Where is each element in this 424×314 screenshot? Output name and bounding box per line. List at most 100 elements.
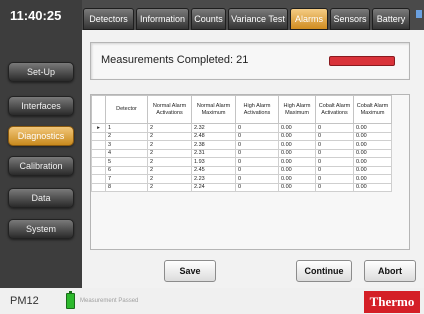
tab-alarms[interactable]: Alarms bbox=[290, 8, 328, 30]
clock: 11:40:25 bbox=[10, 8, 62, 23]
table-cell: 0 bbox=[235, 123, 279, 133]
column-header-high-activations: High Alarm Activations bbox=[235, 95, 279, 124]
column-header-normal-maximum: Normal Alarm Maximum bbox=[191, 95, 236, 124]
table-cell: 0 bbox=[235, 140, 279, 150]
table-cell: 0.00 bbox=[353, 131, 392, 141]
table-cell: 0.00 bbox=[278, 157, 316, 167]
save-button[interactable]: Save bbox=[164, 260, 216, 282]
sidebar-item-setup[interactable]: Set-Up bbox=[8, 62, 74, 82]
table-cell: 5 bbox=[105, 157, 148, 167]
table-cell: 0 bbox=[235, 174, 279, 184]
table-cell: 6 bbox=[105, 165, 148, 175]
tab-bar: Detectors Information Counts Variance Te… bbox=[82, 8, 424, 30]
table-header-row: Detector Normal Alarm Activations Normal… bbox=[91, 95, 392, 124]
row-selector[interactable] bbox=[91, 131, 106, 141]
column-header-cobalt-activations: Cobalt Alarm Activations bbox=[315, 95, 354, 124]
table-row[interactable]: 6 2 2.45 0 0.00 0 0.00 bbox=[91, 165, 392, 175]
row-selector[interactable] bbox=[91, 148, 106, 158]
table-cell: 0 bbox=[315, 182, 354, 192]
sidebar-item-diagnostics[interactable]: Diagnostics bbox=[8, 126, 74, 146]
table-row[interactable]: 2 2 2.48 0 0.00 0 0.00 bbox=[91, 131, 392, 141]
sidebar: 11:40:25 Set-Up Interfaces Diagnostics C… bbox=[0, 0, 82, 288]
table-cell: 2.24 bbox=[191, 182, 236, 192]
column-header-high-maximum: High Alarm Maximum bbox=[278, 95, 316, 124]
table-cell: 8 bbox=[105, 182, 148, 192]
table-cell: 0 bbox=[315, 123, 354, 133]
alarm-indicator bbox=[329, 56, 395, 66]
table-cell: 0.00 bbox=[353, 165, 392, 175]
abort-button[interactable]: Abort bbox=[364, 260, 416, 282]
sidebar-item-system[interactable]: System bbox=[8, 219, 74, 239]
table-row[interactable]: 8 2 2.24 0 0.00 0 0.00 bbox=[91, 182, 392, 192]
continue-button[interactable]: Continue bbox=[296, 260, 352, 282]
table-cell: 2 bbox=[147, 165, 192, 175]
table-cell: 0 bbox=[315, 131, 354, 141]
sidebar-item-data[interactable]: Data bbox=[8, 188, 74, 208]
tab-information[interactable]: Information bbox=[136, 8, 189, 30]
table-cell: 0 bbox=[315, 157, 354, 167]
table-cell: 2.31 bbox=[191, 148, 236, 158]
app-window: 11:40:25 Set-Up Interfaces Diagnostics C… bbox=[0, 0, 424, 314]
table-row[interactable]: 3 2 2.38 0 0.00 0 0.00 bbox=[91, 140, 392, 150]
table-cell: 0.00 bbox=[278, 182, 316, 192]
table-cell: 1 bbox=[105, 123, 148, 133]
row-selector[interactable] bbox=[91, 182, 106, 192]
table-cell: 0.00 bbox=[353, 157, 392, 167]
window-corner-icon bbox=[416, 10, 422, 18]
table-cell: 2.45 bbox=[191, 165, 236, 175]
table-cell: 0 bbox=[315, 140, 354, 150]
table-cell: 0.00 bbox=[353, 140, 392, 150]
row-selector[interactable]: ▸ bbox=[91, 123, 106, 133]
column-header-detector: Detector bbox=[105, 95, 148, 124]
table-cell: 0 bbox=[235, 131, 279, 141]
device-id: PM12 bbox=[10, 295, 39, 307]
table-cell: 2 bbox=[147, 123, 192, 133]
table-cell: 0.00 bbox=[278, 140, 316, 150]
table-cell: 0.00 bbox=[278, 131, 316, 141]
sidebar-item-interfaces[interactable]: Interfaces bbox=[8, 96, 74, 116]
status-bar: PM12 Measurement Passed Thermo bbox=[0, 288, 424, 314]
measurement-box: Measurements Completed: 21 bbox=[90, 42, 410, 80]
table-cell: 2.48 bbox=[191, 131, 236, 141]
row-selector[interactable] bbox=[91, 157, 106, 167]
row-selector[interactable] bbox=[91, 174, 106, 184]
table-row[interactable]: 5 2 1.93 0 0.00 0 0.00 bbox=[91, 157, 392, 167]
measurements-completed: Measurements Completed: 21 bbox=[101, 54, 249, 66]
table-cell: 0 bbox=[235, 182, 279, 192]
table-cell: 0.00 bbox=[353, 174, 392, 184]
table-cell: 0.00 bbox=[278, 148, 316, 158]
alarm-table-container[interactable]: Detector Normal Alarm Activations Normal… bbox=[90, 94, 410, 250]
tab-variance-test[interactable]: Variance Test bbox=[228, 8, 288, 30]
table-cell: 3 bbox=[105, 140, 148, 150]
table-cell: 2 bbox=[147, 140, 192, 150]
tab-battery[interactable]: Battery bbox=[372, 8, 410, 30]
table-cell: 2 bbox=[147, 157, 192, 167]
table-cell: 2 bbox=[147, 131, 192, 141]
table-cell: 1.93 bbox=[191, 157, 236, 167]
table-cell: 2 bbox=[147, 148, 192, 158]
table-cell: 4 bbox=[105, 148, 148, 158]
alarm-table: Detector Normal Alarm Activations Normal… bbox=[91, 95, 392, 192]
status-text: Measurement Passed bbox=[80, 298, 139, 304]
table-row[interactable]: 7 2 2.23 0 0.00 0 0.00 bbox=[91, 174, 392, 184]
table-cell: 0.00 bbox=[353, 182, 392, 192]
table-cell: 7 bbox=[105, 174, 148, 184]
sidebar-item-calibration[interactable]: Calibration bbox=[8, 156, 74, 176]
row-selector[interactable] bbox=[91, 165, 106, 175]
row-selector[interactable] bbox=[91, 140, 106, 150]
alarms-panel: Measurements Completed: 21 Detector Norm… bbox=[82, 30, 424, 288]
table-cell: 2.38 bbox=[191, 140, 236, 150]
tab-counts[interactable]: Counts bbox=[191, 8, 226, 30]
column-header-selector bbox=[91, 95, 106, 124]
table-cell: 2.23 bbox=[191, 174, 236, 184]
table-cell: 0 bbox=[235, 157, 279, 167]
tab-sensors[interactable]: Sensors bbox=[330, 8, 370, 30]
table-cell: 0 bbox=[315, 148, 354, 158]
tab-detectors[interactable]: Detectors bbox=[83, 8, 134, 30]
thermo-logo: Thermo bbox=[364, 291, 420, 313]
table-cell: 0.00 bbox=[278, 123, 316, 133]
table-cell: 0 bbox=[315, 174, 354, 184]
table-row[interactable]: 4 2 2.31 0 0.00 0 0.00 bbox=[91, 148, 392, 158]
table-cell: 0.00 bbox=[353, 148, 392, 158]
table-row[interactable]: ▸ 1 2 2.32 0 0.00 0 0.00 bbox=[91, 123, 392, 133]
